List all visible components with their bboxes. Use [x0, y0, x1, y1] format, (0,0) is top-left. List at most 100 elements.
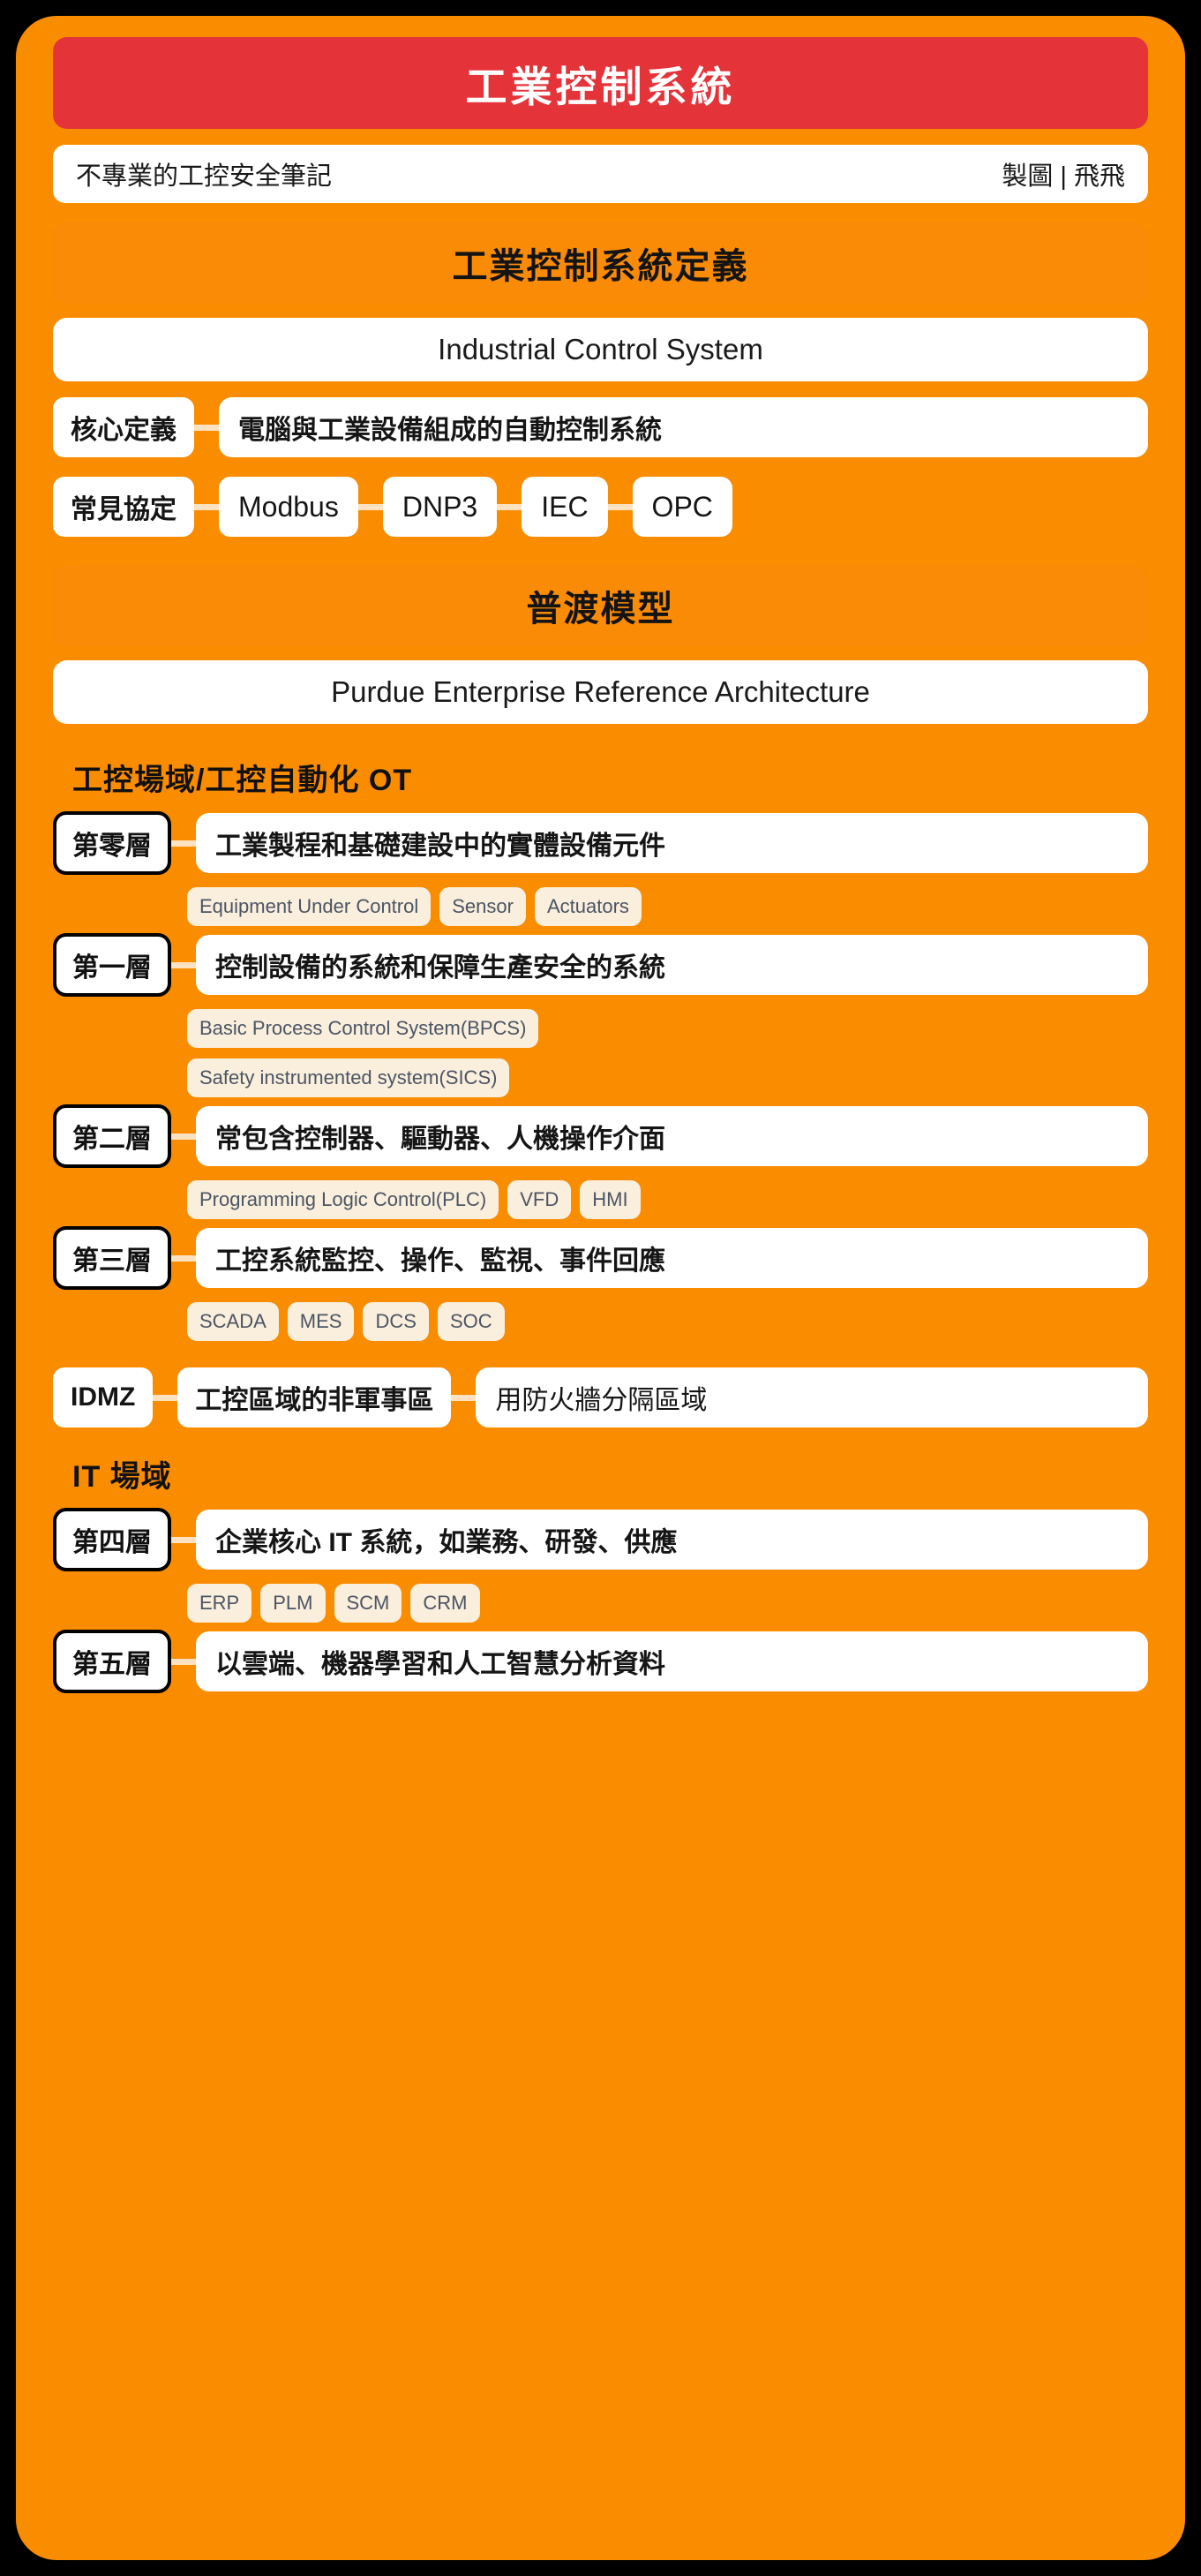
connector-line — [171, 961, 196, 968]
layer-row-2: 第二層 常包含控制器、驅動器、人機操作介面 — [53, 1104, 1148, 1168]
tag-label: Programming Logic Control(PLC) — [199, 1188, 487, 1210]
connector-line — [171, 1536, 196, 1543]
protocol-chip-dnp3: DNP3 — [382, 477, 498, 537]
tag-item: Safety instrumented system(SICS) — [187, 1058, 510, 1097]
protocol-chip-opc: OPC — [632, 477, 732, 537]
definition-subtitle-text: Industrial Control System — [438, 333, 763, 365]
tag-item: Equipment Under Control — [187, 887, 432, 926]
layer-label-text-4: 第四層 — [72, 1528, 152, 1557]
protocol-label-opc: OPC — [651, 490, 713, 523]
group-heading-ot: 工控場域/工控自動化 OT — [72, 764, 413, 797]
layer-label-5: 第五層 — [53, 1630, 171, 1693]
protocols-row: 常見協定 Modbus DNP3 IEC OPC — [53, 477, 1148, 537]
core-definition-label-text: 核心定義 — [71, 416, 176, 445]
layer-row-0: 第零層 工業製程和基礎建設中的實體設備元件 — [53, 811, 1148, 875]
tag-label: Safety instrumented system(SICS) — [199, 1066, 498, 1088]
layer-row-4: 第四層 企業核心 IT 系統，如業務、研發、供應 — [53, 1508, 1148, 1571]
infographic-canvas: 工業控制系統 不專業的工控安全筆記 製圖 | 飛飛 工業控制系統定義 Indus… — [16, 16, 1185, 2560]
connector-line — [357, 503, 383, 510]
layer-description-text-0: 工業製程和基礎建設中的實體設備元件 — [215, 832, 665, 861]
section-title-purdue: 普渡模型 — [526, 590, 675, 629]
credit-source-label: 不專業的工控安全筆記 — [76, 162, 333, 191]
poster-root: 工業控制系統 不專業的工控安全筆記 製圖 | 飛飛 工業控制系統定義 Indus… — [0, 0, 1201, 2576]
protocols-label-text: 常見協定 — [71, 495, 176, 524]
credit-bar: 不專業的工控安全筆記 製圖 | 飛飛 — [53, 145, 1148, 203]
layer-description-1: 控制設備的系統和保障生產安全的系統 — [196, 935, 1148, 995]
definition-subtitle-card: Industrial Control System — [53, 318, 1148, 381]
tag-item: ERP — [187, 1584, 252, 1623]
tag-row-layer-0: Equipment Under Control Sensor Actuators — [53, 887, 1148, 926]
connector-line — [171, 1133, 196, 1140]
tag-label: HMI — [592, 1188, 628, 1210]
core-definition-label: 核心定義 — [53, 397, 194, 457]
tag-label: Sensor — [452, 895, 514, 917]
layer-row-5: 第五層 以雲端、機器學習和人工智慧分析資料 — [53, 1630, 1148, 1693]
tag-item: VFD — [507, 1180, 572, 1219]
tag-row-layer-2: Programming Logic Control(PLC) VFD HMI — [53, 1180, 1148, 1219]
idmz-label: IDMZ — [53, 1367, 154, 1427]
connector-line — [497, 503, 522, 510]
tag-label: ERP — [199, 1592, 240, 1614]
idmz-label-text: IDMZ — [71, 1382, 136, 1412]
protocol-label-iec: IEC — [541, 490, 589, 523]
tag-row-layer-3: SCADA MES DCS SOC — [53, 1302, 1148, 1341]
connector-line — [194, 503, 219, 510]
tag-item: DCS — [363, 1302, 429, 1341]
connector-line — [194, 424, 219, 431]
connector-line — [153, 1394, 178, 1401]
protocols-label: 常見協定 — [53, 477, 194, 537]
tag-item: PLM — [260, 1584, 326, 1623]
tag-item: Basic Process Control System(BPCS) — [187, 1009, 539, 1048]
section-header-definition: 工業控制系統定義 — [53, 222, 1148, 304]
core-definition-description-text: 電腦與工業設備組成的自動控制系統 — [238, 416, 662, 445]
tag-label: Basic Process Control System(BPCS) — [199, 1017, 527, 1039]
tag-row-layer-4: ERP PLM SCM CRM — [53, 1584, 1148, 1623]
idmz-middle-card: 工控區域的非軍事區 — [177, 1367, 452, 1427]
tag-label: PLM — [273, 1592, 313, 1614]
protocol-label-dnp3: DNP3 — [402, 490, 478, 523]
tag-item: HMI — [580, 1180, 641, 1219]
layer-description-5: 以雲端、機器學習和人工智慧分析資料 — [196, 1631, 1148, 1691]
tag-label: VFD — [520, 1188, 559, 1210]
layer-label-text-2: 第二層 — [72, 1125, 152, 1154]
section-title-definition: 工業控制系統定義 — [452, 247, 749, 286]
layer-description-2: 常包含控制器、驅動器、人機操作介面 — [196, 1106, 1148, 1166]
layer-description-text-2: 常包含控制器、驅動器、人機操作介面 — [215, 1125, 665, 1154]
layer-label-text-1: 第一層 — [72, 953, 152, 983]
tag-label: DCS — [375, 1310, 417, 1332]
idmz-row: IDMZ 工控區域的非軍事區 用防火牆分隔區域 — [53, 1367, 1148, 1427]
layer-description-4: 企業核心 IT 系統，如業務、研發、供應 — [196, 1510, 1148, 1570]
purdue-subtitle-card: Purdue Enterprise Reference Architecture — [53, 660, 1148, 724]
tag-label: MES — [299, 1310, 342, 1332]
tag-item: MES — [287, 1302, 355, 1341]
tag-label: SOC — [449, 1310, 492, 1332]
purdue-subtitle-text: Purdue Enterprise Reference Architecture — [331, 675, 870, 708]
connector-line — [171, 1658, 196, 1665]
connector-line — [171, 840, 196, 847]
group-heading-it: IT 場域 — [72, 1460, 172, 1494]
layer-label-0: 第零層 — [53, 811, 171, 875]
protocol-chip-modbus: Modbus — [219, 477, 358, 537]
core-definition-description: 電腦與工業設備組成的自動控制系統 — [219, 397, 1148, 457]
tag-label: Actuators — [546, 895, 629, 917]
connector-line — [607, 503, 633, 510]
tag-item: Actuators — [534, 887, 642, 926]
tag-item: SCADA — [187, 1302, 279, 1341]
tag-item: SCM — [334, 1584, 402, 1623]
layer-label-text-5: 第五層 — [72, 1650, 152, 1679]
layer-description-text-5: 以雲端、機器學習和人工智慧分析資料 — [215, 1650, 665, 1679]
tag-label: Equipment Under Control — [199, 895, 419, 917]
tag-row-layer-1: Basic Process Control System(BPCS) — [53, 1009, 1148, 1048]
tag-label: SCADA — [199, 1310, 266, 1332]
layer-label-3: 第三層 — [53, 1226, 171, 1290]
layer-row-1: 第一層 控制設備的系統和保障生產安全的系統 — [53, 933, 1148, 997]
tag-item: CRM — [410, 1584, 480, 1623]
layer-description-text-4: 企業核心 IT 系統，如業務、研發、供應 — [215, 1528, 678, 1557]
tag-label: CRM — [423, 1592, 468, 1614]
tag-item: Programming Logic Control(PLC) — [187, 1180, 499, 1219]
tag-label: SCM — [346, 1592, 390, 1614]
connector-line — [171, 1254, 196, 1262]
layer-description-3: 工控系統監控、操作、監視、事件回應 — [196, 1228, 1148, 1288]
layer-description-0: 工業製程和基礎建設中的實體設備元件 — [196, 813, 1148, 873]
layer-description-text-3: 工控系統監控、操作、監視、事件回應 — [215, 1247, 665, 1276]
